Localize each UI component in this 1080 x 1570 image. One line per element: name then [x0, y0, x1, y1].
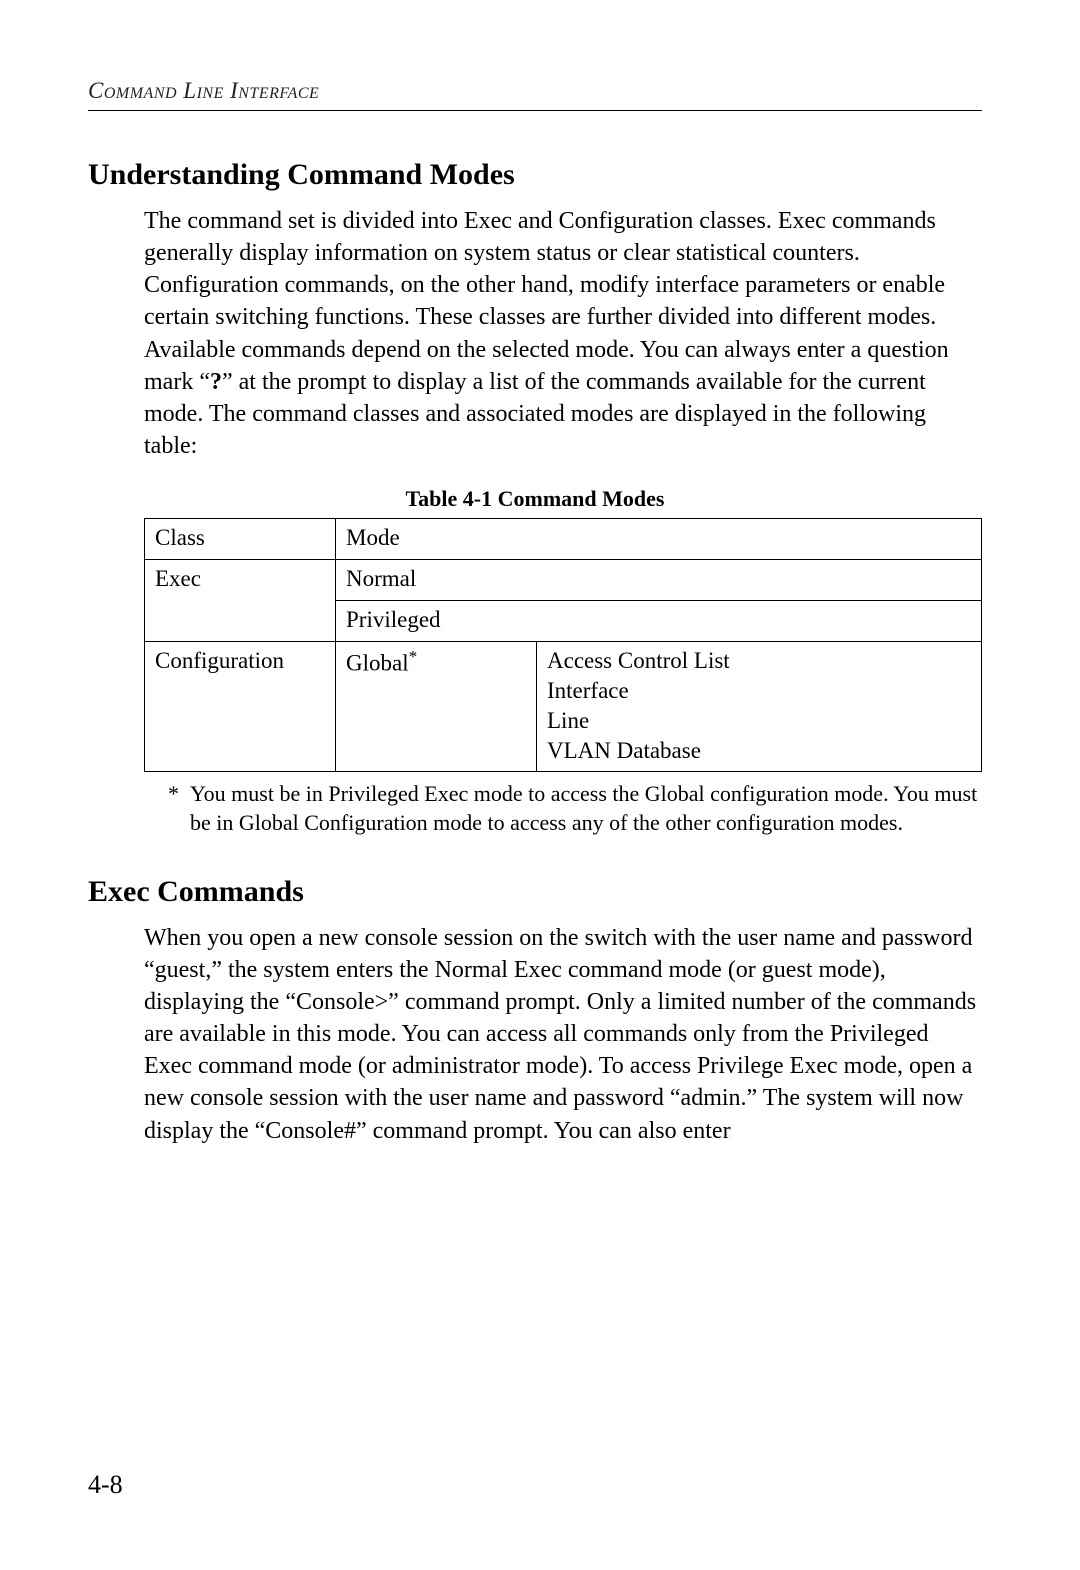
cell-class-configuration: Configuration [145, 641, 336, 772]
detail-interface: Interface [547, 678, 629, 703]
detail-line: Line [547, 708, 589, 733]
section1-title: Understanding Command Modes [88, 157, 982, 193]
cell-mode-privileged: Privileged [336, 601, 982, 642]
section1-body-post: ” at the prompt to display a list of the… [144, 369, 926, 459]
cell-mode-normal: Normal [336, 560, 982, 601]
table-row: Configuration Global* Access Control Lis… [145, 641, 982, 772]
command-modes-table: Class Mode Exec Normal Privileged Config… [144, 518, 982, 772]
table-row: Exec Normal [145, 560, 982, 601]
detail-acl: Access Control List [547, 648, 730, 673]
table-footnote: You must be in Privileged Exec mode to a… [168, 780, 982, 837]
running-header: Command Line Interface [88, 78, 982, 104]
header-divider [88, 110, 982, 111]
section2-body: When you open a new console session on t… [144, 922, 982, 1147]
cell-class-exec: Exec [145, 560, 336, 642]
question-mark-literal: ? [210, 369, 222, 395]
section1-body: The command set is divided into Exec and… [144, 205, 982, 462]
section1-body-pre: The command set is divided into Exec and… [144, 208, 949, 395]
page-number: 4-8 [88, 1470, 123, 1500]
table-caption: Table 4-1 Command Modes [88, 486, 982, 512]
cell-mode-global-text: Global [346, 651, 409, 676]
asterisk-superscript: * [409, 647, 418, 666]
table-header-mode: Mode [336, 519, 982, 560]
detail-vlan: VLAN Database [547, 738, 701, 763]
running-header-text: Command Line Interface [88, 78, 319, 103]
table-header-row: Class Mode [145, 519, 982, 560]
table-header-class: Class [145, 519, 336, 560]
cell-mode-details: Access Control List Interface Line VLAN … [537, 641, 982, 772]
cell-mode-global: Global* [336, 641, 537, 772]
section2-title: Exec Commands [88, 874, 982, 910]
